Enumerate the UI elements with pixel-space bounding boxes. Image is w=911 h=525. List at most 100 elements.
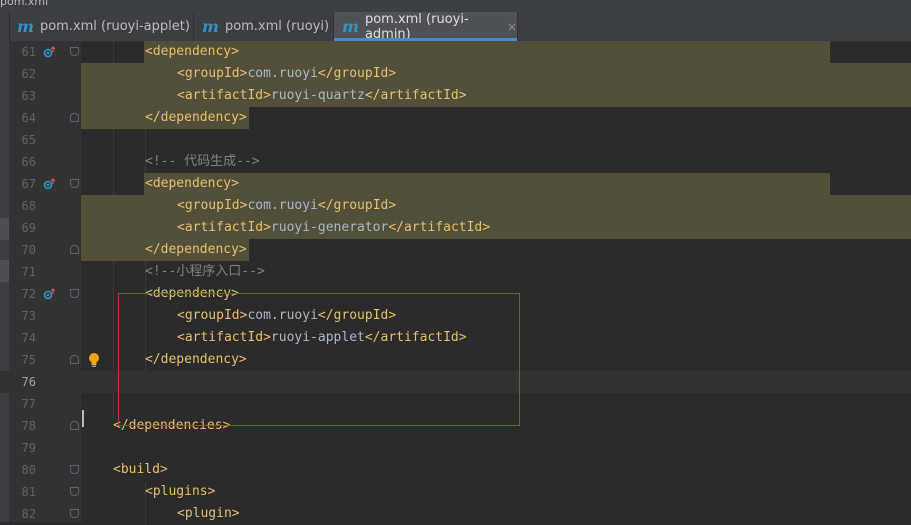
xml-tag: <plugins> xyxy=(145,484,216,499)
editor-tab-label: pom.xml (ruoyi-applet) xyxy=(39,19,190,34)
line-number: 72 xyxy=(21,287,36,301)
fold-collapse-icon[interactable] xyxy=(70,465,79,474)
editor-tab[interactable]: m pom.xml (ruoyi-admin) × xyxy=(334,12,518,41)
code-text: <groupId>com.ruoyi</groupId> xyxy=(177,195,396,217)
xml-text: ruoyi-generator xyxy=(270,220,389,235)
code-line[interactable]: 71 <!--小程序入口--> xyxy=(0,261,911,283)
editor-tab[interactable]: m pom.xml (ruoyi-applet) xyxy=(9,12,194,41)
code-line[interactable]: 65 xyxy=(0,129,911,151)
xml-comment: <!-- 代码生成--> xyxy=(145,154,260,169)
match-highlight xyxy=(144,173,830,195)
line-number: 68 xyxy=(21,199,36,213)
line-number: 61 xyxy=(21,45,36,59)
editor-tab-label: pom.xml (ruoyi-admin) xyxy=(364,12,469,42)
editor-tab-label: pom.xml (ruoyi) xyxy=(224,19,330,34)
line-number: 73 xyxy=(21,309,36,323)
editor-tab[interactable]: m pom.xml (ruoyi) xyxy=(194,12,334,41)
line-number: 66 xyxy=(21,155,36,169)
xml-tag: </artifactId> xyxy=(388,220,491,235)
xml-tag: <dependency> xyxy=(145,44,239,59)
line-number: 81 xyxy=(21,485,36,499)
fold-collapse-icon[interactable] xyxy=(70,47,79,56)
code-text: </dependency> xyxy=(145,107,247,129)
code-text: <build> xyxy=(113,459,168,481)
code-line[interactable]: 61 <dependency> xyxy=(0,41,911,63)
code-text: <artifactId>ruoyi-quartz</artifactId> xyxy=(177,85,467,107)
line-number: 67 xyxy=(21,177,36,191)
implemented-by-icon[interactable] xyxy=(43,46,55,58)
code-line[interactable]: 66 <!-- 代码生成--> xyxy=(0,151,911,173)
code-line[interactable]: 64 </dependency> xyxy=(0,107,911,129)
fold-end-icon[interactable] xyxy=(70,245,79,254)
line-number: 79 xyxy=(21,441,36,455)
fold-end-icon[interactable] xyxy=(70,421,79,430)
maven-file-icon: m xyxy=(342,16,359,36)
line-number: 80 xyxy=(21,463,36,477)
fold-end-icon[interactable] xyxy=(70,113,79,122)
xml-tag: <artifactId> xyxy=(177,220,271,235)
xml-tag: </groupId> xyxy=(317,198,397,213)
line-number: 78 xyxy=(21,419,36,433)
fold-collapse-icon[interactable] xyxy=(70,289,79,298)
line-number: 71 xyxy=(21,265,36,279)
xml-text: ruoyi-quartz xyxy=(270,88,365,103)
fold-end-icon[interactable] xyxy=(70,355,79,364)
code-text: <groupId>com.ruoyi</groupId> xyxy=(177,63,396,85)
code-line[interactable]: 62 <groupId>com.ruoyi</groupId> xyxy=(0,63,911,85)
xml-tag: <build> xyxy=(113,462,168,477)
xml-tag: </dependency> xyxy=(145,242,247,257)
fold-collapse-icon[interactable] xyxy=(70,487,79,496)
editor-tab-bar: m pom.xml (ruoyi-applet) m pom.xml (ruoyi) m… xyxy=(0,12,911,42)
fold-collapse-icon[interactable] xyxy=(70,179,79,188)
line-number: 62 xyxy=(21,67,36,81)
intention-bulb-icon[interactable] xyxy=(88,352,100,368)
code-text: <dependency> xyxy=(145,41,239,63)
fold-collapse-icon[interactable] xyxy=(70,509,79,518)
window-title: pom.xml xyxy=(0,0,49,8)
line-number: 64 xyxy=(21,111,36,125)
text-caret xyxy=(82,410,84,427)
code-line[interactable]: 69 <artifactId>ruoyi-generator</artifactI… xyxy=(0,217,911,239)
xml-tag: <plugin> xyxy=(177,506,240,521)
xml-tag: <artifactId> xyxy=(177,88,271,103)
line-number: 74 xyxy=(21,331,36,345)
window-title-bar: pom.xml xyxy=(0,0,911,12)
code-text: </dependency> xyxy=(145,239,247,261)
code-line[interactable]: 80 <build> xyxy=(0,459,911,481)
xml-text: com.ruoyi xyxy=(247,66,318,81)
code-line[interactable]: 67 <dependency> xyxy=(0,173,911,195)
line-number: 63 xyxy=(21,89,36,103)
xml-tag: <dependency> xyxy=(145,176,239,191)
match-highlight xyxy=(144,41,830,63)
xml-comment: <!--小程序入口--> xyxy=(145,264,265,279)
maven-file-icon: m xyxy=(202,16,219,36)
code-text: <!-- 代码生成--> xyxy=(145,151,260,173)
code-line[interactable]: 79 xyxy=(0,437,911,459)
line-number: 77 xyxy=(21,397,36,411)
code-line[interactable]: 63 <artifactId>ruoyi-quartz</artifactId> xyxy=(0,85,911,107)
xml-tag: </groupId> xyxy=(317,66,397,81)
line-number: 65 xyxy=(21,133,36,147)
code-editor[interactable]: 61 <dependency> 62 <groupId>com.ruoyi</grou… xyxy=(0,41,911,525)
code-line[interactable]: 68 <groupId>com.ruoyi</groupId> xyxy=(0,195,911,217)
code-text: <artifactId>ruoyi-generator</artifactId> xyxy=(177,217,490,239)
line-number: 69 xyxy=(21,221,36,235)
implemented-by-icon[interactable] xyxy=(43,178,55,190)
code-line[interactable]: 81 <plugins> xyxy=(0,481,911,503)
xml-text: com.ruoyi xyxy=(247,198,318,213)
line-number: 76 xyxy=(21,375,36,389)
xml-tag: </artifactId> xyxy=(364,88,467,103)
xml-tag: </dependency> xyxy=(145,110,247,125)
code-text: <plugins> xyxy=(145,481,215,503)
line-number: 70 xyxy=(21,243,36,257)
code-text: <!--小程序入口--> xyxy=(145,261,265,283)
xml-tag: <groupId> xyxy=(177,198,248,213)
implemented-by-icon[interactable] xyxy=(43,288,55,300)
code-line[interactable]: 70 </dependency> xyxy=(0,239,911,261)
annotation-highlight-box xyxy=(118,293,520,426)
close-icon[interactable]: × xyxy=(507,20,517,34)
code-text: <dependency> xyxy=(145,173,239,195)
maven-file-icon: m xyxy=(17,16,34,36)
xml-tag: <groupId> xyxy=(177,66,248,81)
line-number: 75 xyxy=(21,353,36,367)
